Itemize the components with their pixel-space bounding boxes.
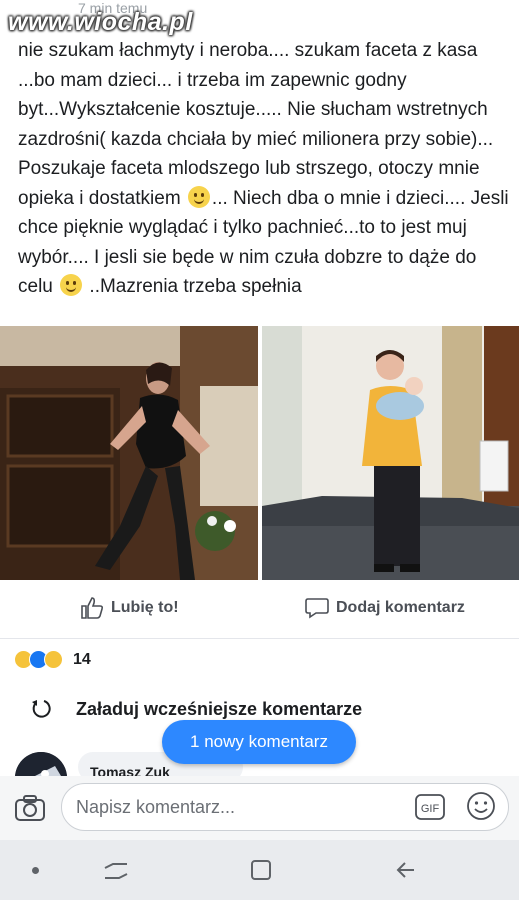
post-text: nie szukam łachmyty i neroba.... szukam … — [18, 36, 510, 302]
comment-icon — [305, 598, 329, 619]
new-comment-pill[interactable]: 1 nowy komentarz — [162, 720, 356, 764]
post-photo-woman-posing[interactable] — [0, 326, 258, 580]
add-comment-button[interactable]: Dodaj komentarz — [305, 597, 465, 619]
reaction-count: 14 — [73, 650, 91, 668]
watermark-logo: www.wiocha.pl — [8, 8, 193, 36]
like-button[interactable]: Lubię to! — [80, 597, 179, 619]
system-navigation-bar — [0, 840, 519, 900]
nav-dot-icon[interactable] — [32, 867, 39, 874]
smiley-emoji-icon — [60, 274, 83, 296]
load-previous-comments[interactable]: Załaduj wcześniejsze komentarze — [30, 697, 362, 721]
smiley-emoji-icon — [187, 185, 210, 208]
post-text-part-3: ..Mazrenia trzeba spełnia — [84, 276, 302, 297]
post-photo-woman-with-baby[interactable] — [262, 326, 519, 580]
load-previous-label: Załaduj wcześniejsze komentarze — [76, 698, 363, 719]
thumbs-up-icon — [81, 597, 104, 619]
wow-reaction-icon — [44, 650, 63, 669]
post-actions-bar: Lubię to! Dodaj komentarz — [0, 580, 519, 639]
comment-composer: GIF — [0, 776, 519, 840]
reload-icon — [32, 700, 51, 718]
gif-label: GIF — [421, 803, 440, 815]
photo-woman-posing-image — [0, 326, 258, 580]
gif-icon[interactable]: GIF — [415, 794, 445, 820]
reactions-summary[interactable]: 14 — [14, 650, 91, 669]
camera-icon[interactable] — [14, 794, 46, 822]
nav-back-icon[interactable] — [394, 859, 418, 881]
like-button-label: Lubię to! — [111, 599, 179, 616]
photo-woman-with-baby-image — [262, 326, 519, 580]
add-comment-label: Dodaj komentarz — [336, 599, 465, 616]
nav-recents-icon[interactable] — [103, 860, 129, 882]
nav-home-icon[interactable] — [250, 859, 272, 881]
emoji-icon[interactable] — [466, 791, 496, 821]
post-text-part-1: nie szukam łachmyty i neroba.... szukam … — [18, 40, 494, 209]
